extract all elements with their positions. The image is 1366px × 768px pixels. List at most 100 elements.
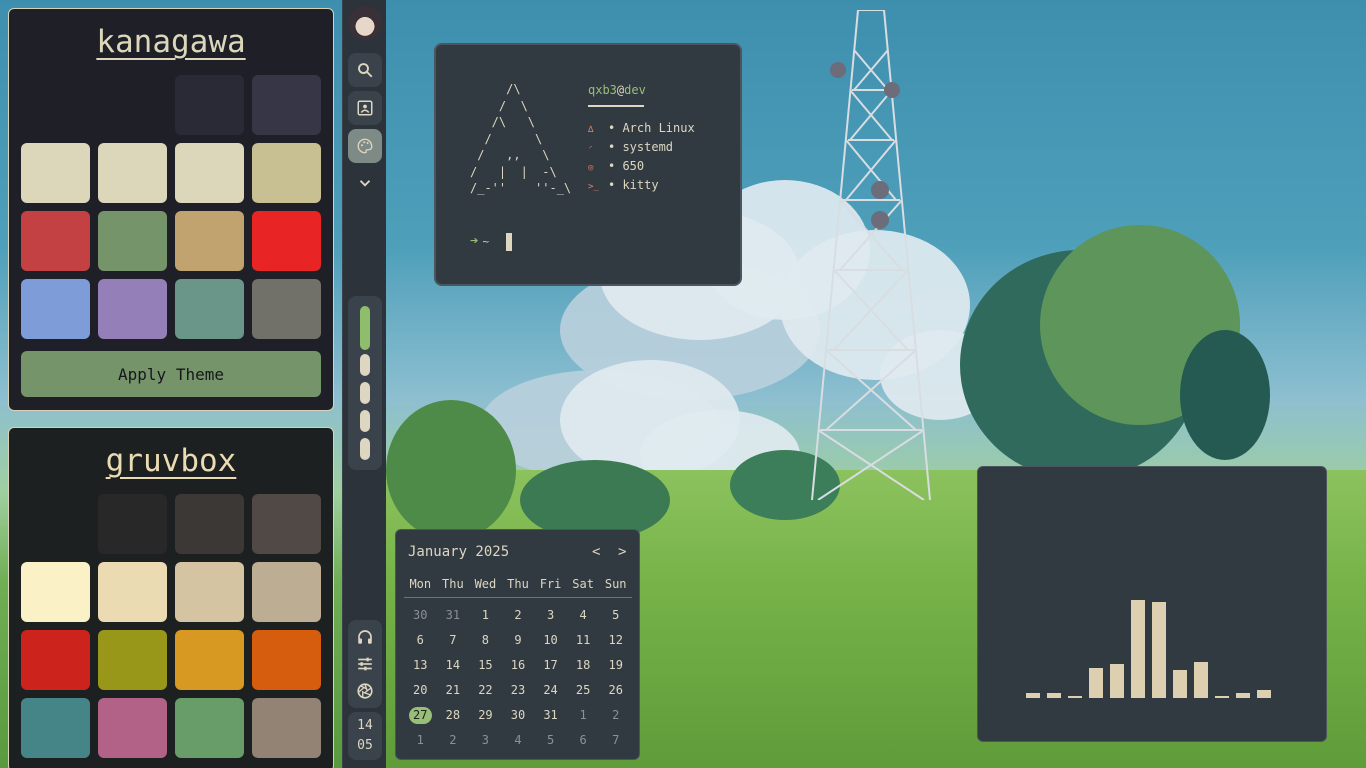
color-swatch[interactable] bbox=[98, 211, 167, 271]
hostname: dev bbox=[624, 83, 646, 97]
color-swatch[interactable] bbox=[175, 211, 244, 271]
calendar-day[interactable]: 14 bbox=[437, 653, 470, 678]
calendar-day[interactable]: 31 bbox=[534, 703, 567, 728]
calendar-day[interactable]: 1 bbox=[404, 728, 437, 753]
workspace-5[interactable] bbox=[360, 438, 370, 460]
search-button[interactable] bbox=[348, 53, 382, 87]
color-swatch[interactable] bbox=[175, 279, 244, 339]
calendar-day[interactable]: 5 bbox=[599, 603, 632, 628]
calendar-day[interactable]: 30 bbox=[502, 703, 535, 728]
clock-hour: 14 bbox=[357, 718, 373, 733]
color-swatch[interactable] bbox=[175, 143, 244, 203]
color-swatch[interactable] bbox=[252, 630, 321, 690]
calendar-day[interactable]: 28 bbox=[437, 703, 470, 728]
color-swatch[interactable] bbox=[252, 562, 321, 622]
calendar-day[interactable]: 12 bbox=[599, 628, 632, 653]
calendar-day[interactable]: 15 bbox=[469, 653, 502, 678]
calendar-day[interactable]: 9 bbox=[502, 628, 535, 653]
calendar-day[interactable]: 10 bbox=[534, 628, 567, 653]
calendar-day[interactable]: 7 bbox=[599, 728, 632, 753]
theme-title[interactable]: kanagawa bbox=[21, 9, 321, 75]
workspace-3[interactable] bbox=[360, 382, 370, 404]
color-swatch[interactable] bbox=[175, 630, 244, 690]
calendar-day[interactable]: 18 bbox=[567, 653, 600, 678]
avatar[interactable] bbox=[348, 6, 382, 40]
calendar-day-today[interactable]: 27 bbox=[404, 703, 437, 728]
color-swatch[interactable] bbox=[21, 562, 90, 622]
calendar-day[interactable]: 25 bbox=[567, 678, 600, 703]
color-swatch[interactable] bbox=[21, 698, 90, 758]
screenshot-button[interactable] bbox=[348, 91, 382, 125]
color-swatch[interactable] bbox=[252, 698, 321, 758]
terminal-window[interactable]: /\ / \ /\ \ / \ / ,, \ / | | -\ /_-'' ''… bbox=[434, 43, 742, 286]
calendar-day[interactable]: 2 bbox=[502, 603, 535, 628]
theme-switcher-button[interactable] bbox=[348, 129, 382, 163]
color-swatch[interactable] bbox=[98, 494, 167, 554]
calendar-day[interactable]: 17 bbox=[534, 653, 567, 678]
calendar-prev-button[interactable]: < bbox=[592, 544, 600, 560]
calendar-day[interactable]: 22 bbox=[469, 678, 502, 703]
color-swatch[interactable] bbox=[175, 562, 244, 622]
workspace-4[interactable] bbox=[360, 410, 370, 432]
color-swatch[interactable] bbox=[175, 698, 244, 758]
theme-card-kanagawa: kanagawa Apply Theme bbox=[8, 8, 334, 411]
color-swatch[interactable] bbox=[252, 143, 321, 203]
calendar-day[interactable]: 7 bbox=[437, 628, 470, 653]
calendar-day[interactable]: 3 bbox=[534, 603, 567, 628]
calendar-day[interactable]: 6 bbox=[404, 628, 437, 653]
calendar-day[interactable]: 2 bbox=[437, 728, 470, 753]
calendar-day[interactable]: 20 bbox=[404, 678, 437, 703]
workspace-2[interactable] bbox=[360, 354, 370, 376]
color-swatch[interactable] bbox=[21, 75, 90, 135]
workspace-1[interactable] bbox=[360, 306, 370, 350]
headphones-icon[interactable] bbox=[356, 628, 374, 646]
calendar-day[interactable]: 1 bbox=[567, 703, 600, 728]
calendar-day[interactable]: 5 bbox=[534, 728, 567, 753]
sliders-icon[interactable] bbox=[356, 655, 374, 673]
apply-theme-button[interactable]: Apply Theme bbox=[21, 351, 321, 397]
calendar-day[interactable]: 30 bbox=[404, 603, 437, 628]
calendar-day[interactable]: 4 bbox=[502, 728, 535, 753]
prompt-path: ~ bbox=[482, 235, 490, 248]
theme-title[interactable]: gruvbox bbox=[21, 428, 321, 494]
calendar-day[interactable]: 3 bbox=[469, 728, 502, 753]
color-swatch[interactable] bbox=[98, 75, 167, 135]
calendar-day[interactable]: 4 bbox=[567, 603, 600, 628]
calendar-day[interactable]: 6 bbox=[567, 728, 600, 753]
color-swatch[interactable] bbox=[252, 75, 321, 135]
calendar-day[interactable]: 2 bbox=[599, 703, 632, 728]
color-swatch[interactable] bbox=[98, 562, 167, 622]
color-swatch[interactable] bbox=[252, 211, 321, 271]
color-swatch[interactable] bbox=[252, 494, 321, 554]
calendar-day[interactable]: 31 bbox=[437, 603, 470, 628]
visualizer-bar bbox=[1047, 693, 1061, 698]
clock[interactable]: 14 05 bbox=[348, 712, 382, 760]
color-swatch[interactable] bbox=[21, 630, 90, 690]
calendar-day[interactable]: 13 bbox=[404, 653, 437, 678]
calendar-day[interactable]: 24 bbox=[534, 678, 567, 703]
color-swatch[interactable] bbox=[21, 143, 90, 203]
color-swatch[interactable] bbox=[175, 75, 244, 135]
calendar-day[interactable]: 19 bbox=[599, 653, 632, 678]
calendar-day[interactable]: 8 bbox=[469, 628, 502, 653]
color-swatch[interactable] bbox=[21, 494, 90, 554]
calendar-day[interactable]: 16 bbox=[502, 653, 535, 678]
user-host: qxb3@dev bbox=[588, 83, 646, 97]
color-swatch[interactable] bbox=[21, 279, 90, 339]
color-swatch[interactable] bbox=[98, 279, 167, 339]
color-swatch[interactable] bbox=[21, 211, 90, 271]
color-swatch[interactable] bbox=[175, 494, 244, 554]
calendar-day[interactable]: 26 bbox=[599, 678, 632, 703]
chevron-down-icon[interactable] bbox=[356, 174, 374, 192]
calendar-day[interactable]: 21 bbox=[437, 678, 470, 703]
calendar-day[interactable]: 1 bbox=[469, 603, 502, 628]
aperture-icon[interactable] bbox=[356, 682, 374, 700]
color-swatch[interactable] bbox=[98, 630, 167, 690]
color-swatch[interactable] bbox=[98, 698, 167, 758]
color-swatch[interactable] bbox=[252, 279, 321, 339]
color-swatch[interactable] bbox=[98, 143, 167, 203]
calendar-day[interactable]: 23 bbox=[502, 678, 535, 703]
calendar-day[interactable]: 29 bbox=[469, 703, 502, 728]
calendar-next-button[interactable]: > bbox=[618, 544, 626, 560]
calendar-day[interactable]: 11 bbox=[567, 628, 600, 653]
